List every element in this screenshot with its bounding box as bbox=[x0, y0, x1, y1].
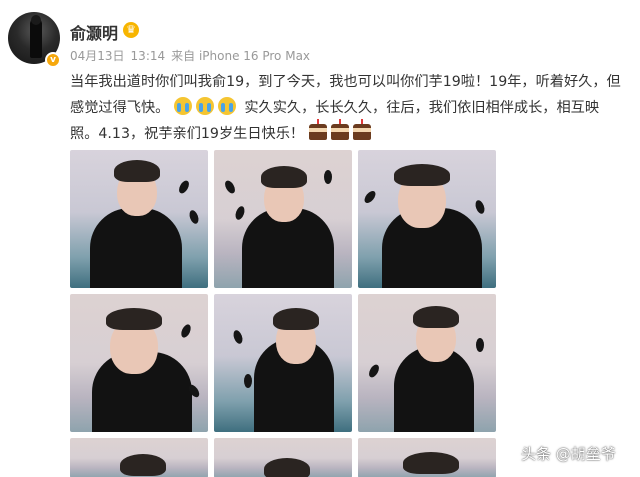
leaf-decoration bbox=[244, 374, 252, 388]
leaf-decoration bbox=[179, 322, 193, 340]
crying-emoji-icon bbox=[195, 97, 214, 115]
post-text-line2a: 感觉过得飞快。 bbox=[70, 100, 170, 116]
post-text-line3: 照。4.13，祝芋亲们19岁生日快乐！ bbox=[70, 126, 305, 142]
photo-subject-hair bbox=[261, 166, 307, 188]
crying-emoji-icon bbox=[173, 97, 192, 115]
leaf-decoration bbox=[233, 205, 247, 221]
photo-thumbnail[interactable] bbox=[358, 150, 496, 288]
leaf-decoration bbox=[362, 189, 378, 205]
photo-thumbnail[interactable] bbox=[70, 294, 208, 432]
avatar-figure bbox=[30, 15, 42, 58]
cake-emoji-icon bbox=[352, 119, 371, 140]
photo-subject-hair bbox=[403, 452, 459, 474]
photo-subject-hair bbox=[264, 458, 310, 477]
photo-subject bbox=[90, 208, 182, 288]
photo-subject-hair bbox=[273, 308, 319, 330]
leaf-decoration bbox=[177, 178, 191, 196]
photo-subject-hair bbox=[106, 308, 162, 330]
photo-subject-hair bbox=[120, 454, 166, 476]
leaf-decoration bbox=[223, 178, 237, 196]
leaf-decoration bbox=[187, 209, 201, 225]
post-date[interactable]: 04月13日 bbox=[70, 49, 125, 63]
photo-thumbnail[interactable] bbox=[214, 150, 352, 288]
photo-thumbnail[interactable] bbox=[214, 294, 352, 432]
leaf-decoration bbox=[367, 362, 381, 380]
post-source: 来自 iPhone 16 Pro Max bbox=[171, 49, 311, 63]
watermark: 头条 @胡垒爷 bbox=[521, 445, 616, 463]
photo-thumbnail[interactable] bbox=[358, 438, 496, 477]
photo-thumbnail[interactable] bbox=[358, 294, 496, 432]
cake-emoji-icon bbox=[330, 119, 349, 140]
photo-thumbnail[interactable] bbox=[70, 438, 208, 477]
verified-badge-icon: v bbox=[45, 52, 61, 68]
post-time[interactable]: 13:14 bbox=[131, 49, 166, 63]
leaf-decoration bbox=[231, 329, 245, 345]
photo-subject-hair bbox=[413, 306, 459, 328]
post-meta: 04月13日 13:14 来自 iPhone 16 Pro Max bbox=[70, 47, 316, 64]
crying-emoji-icon bbox=[217, 97, 236, 115]
photo-thumbnail[interactable] bbox=[214, 438, 352, 477]
photo-subject-hair bbox=[394, 164, 450, 186]
photo-subject-hair bbox=[114, 160, 160, 182]
photo-thumbnail[interactable] bbox=[70, 150, 208, 288]
cake-emoji-icon bbox=[308, 119, 327, 140]
post-text-line2b: 实久实久，长长久久，往后，我们依旧相伴成长，相互映 bbox=[244, 100, 600, 116]
leaf-decoration bbox=[476, 338, 484, 352]
leaf-decoration bbox=[324, 170, 332, 184]
post-text: 当年我出道时你们叫我俞19，到了今天，我也可以叫你们芋19啦！19年，听着好久，… bbox=[70, 69, 636, 147]
post-text-line1: 当年我出道时你们叫我俞19，到了今天，我也可以叫你们芋19啦！19年，听着好久，… bbox=[70, 74, 621, 90]
username[interactable]: 俞灏明 bbox=[70, 20, 118, 44]
vip-crown-icon[interactable]: ♛ bbox=[123, 22, 139, 38]
leaf-decoration bbox=[473, 199, 487, 215]
